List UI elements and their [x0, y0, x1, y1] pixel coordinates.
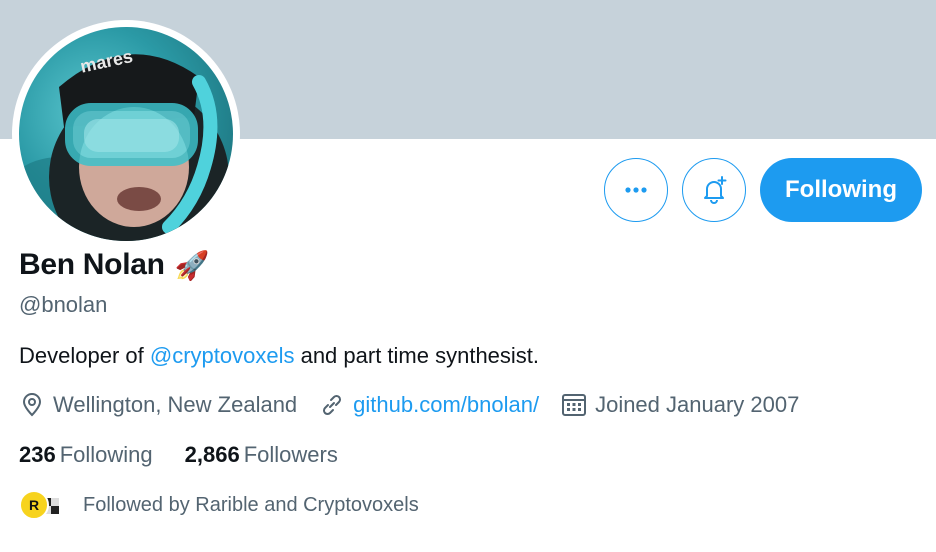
- bio-suffix: and part time synthesist.: [294, 343, 540, 368]
- display-name: Ben Nolan: [19, 248, 165, 281]
- more-button[interactable]: [604, 158, 668, 222]
- following-count: 236: [19, 442, 56, 467]
- rocket-emoji: 🚀: [174, 249, 210, 281]
- following-label: Following: [59, 442, 153, 467]
- avatar-image: mares: [19, 27, 233, 241]
- joined-date: Joined January 2007: [595, 392, 800, 417]
- followers-count-link[interactable]: 2,866 Followers: [185, 442, 338, 468]
- followed-by-avatars: R: [19, 490, 67, 520]
- location-text: Wellington, New Zealand: [53, 392, 298, 417]
- calendar-icon: [562, 394, 587, 416]
- followers-count: 2,866: [184, 442, 240, 467]
- bio-mention-link[interactable]: @cryptovoxels: [150, 343, 295, 368]
- more-icon: [625, 187, 647, 193]
- bell-plus-icon: [704, 176, 727, 204]
- profile-stats: 236 Following 2,866 Followers: [19, 442, 370, 468]
- website-link[interactable]: github.com/bnolan/: [353, 392, 539, 418]
- location-icon: [22, 393, 42, 417]
- followers-label: Followers: [243, 442, 338, 467]
- followed-by-text: Followed by Rarible and Cryptovoxels: [83, 493, 419, 516]
- followed-by[interactable]: R Followed by Rarible and Cryptovoxels: [19, 490, 419, 520]
- user-handle: @bnolan: [19, 292, 108, 317]
- bio-prefix: Developer of: [19, 343, 150, 368]
- notifications-button[interactable]: [682, 158, 746, 222]
- link-icon: [323, 394, 342, 416]
- bio: Developer of @cryptovoxels and part time…: [19, 343, 539, 369]
- following-button[interactable]: Following: [760, 158, 922, 222]
- following-count-link[interactable]: 236 Following: [19, 442, 153, 468]
- avatar[interactable]: mares: [12, 20, 240, 248]
- rarible-avatar: R: [19, 490, 49, 520]
- profile-meta: Wellington, New Zealand github.com/bnola…: [19, 392, 821, 418]
